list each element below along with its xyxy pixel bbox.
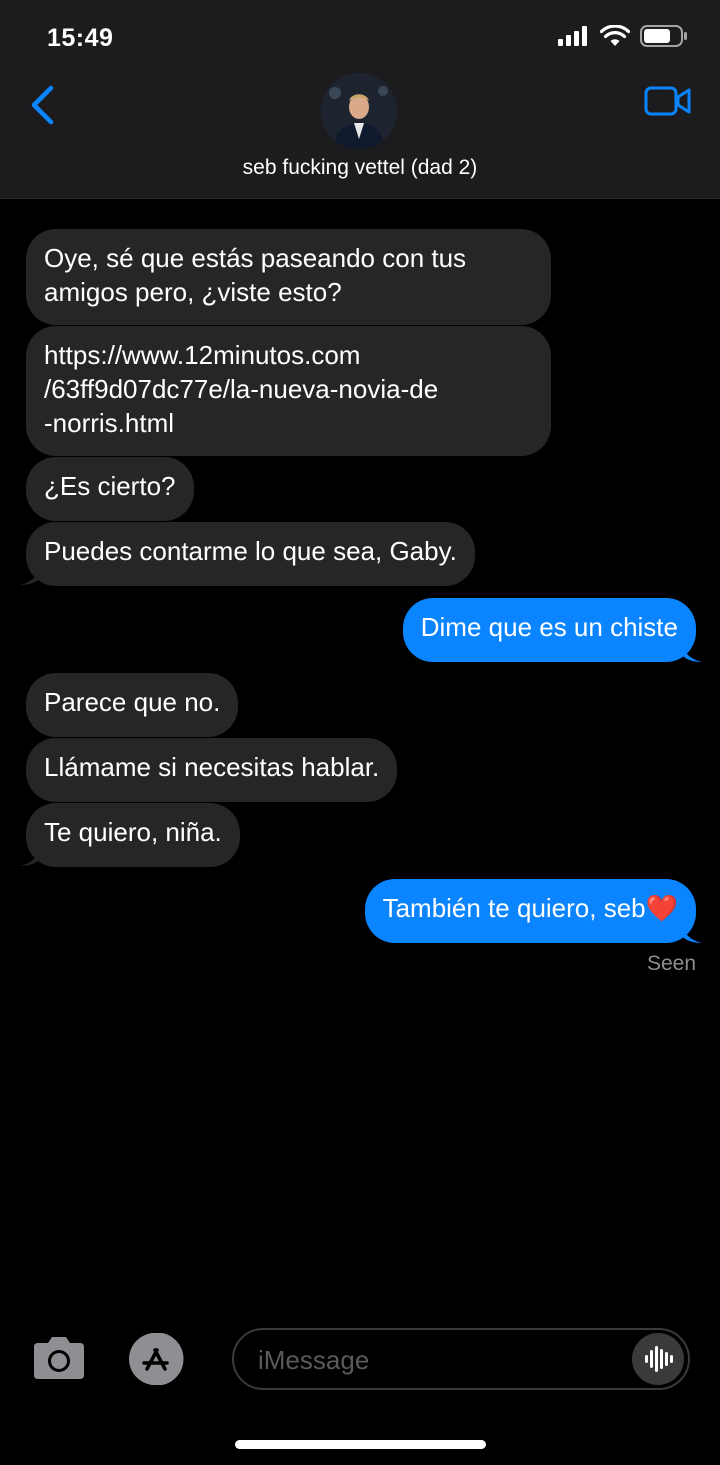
message-bubble-outgoing[interactable]: También te quiero, seb❤️ (364, 879, 696, 943)
app-store-glyph (129, 1332, 184, 1386)
video-camera-icon[interactable] (644, 84, 692, 118)
audio-waveform-icon (645, 1346, 673, 1372)
bubble-tail (20, 847, 40, 866)
back-chevron-icon[interactable] (24, 80, 64, 130)
message-line: /63ff9d07dc77e/la-nueva-novia-de (44, 374, 439, 404)
message-bubble-incoming[interactable]: Llámame si necesitas hablar. (26, 738, 398, 802)
signal-icon (558, 26, 587, 46)
read-receipt: Seen (646, 952, 696, 975)
message-bubble-incoming[interactable]: ¿Es cierto? (26, 457, 194, 521)
message-bubble-incoming[interactable]: Puedes contarme lo que sea, Gaby. (26, 522, 475, 586)
message-line: Oye, sé que estás paseando con tus (44, 243, 467, 273)
contact-name[interactable]: seb fucking vettel (dad 2) (0, 156, 720, 180)
battery-icon (640, 25, 687, 47)
message-line: https://www.12minutos.com (44, 340, 361, 370)
app-store-icon[interactable] (127, 1332, 193, 1386)
message-bubble-incoming[interactable]: Te quiero, niña. (26, 803, 240, 867)
message-bubble-outgoing[interactable]: Dime que es un chiste (402, 598, 696, 662)
contact-avatar[interactable] (321, 73, 397, 149)
audio-message-button[interactable] (632, 1333, 684, 1385)
message-bubble-incoming[interactable]: Parece que no. (26, 673, 239, 737)
avatar-photo (321, 73, 397, 149)
bubble-tail (682, 924, 702, 943)
message-input-container (232, 1328, 690, 1390)
status-time: 15:49 (47, 24, 114, 52)
conversation-header: 15:49 seb fucking vettel (dad 2) (0, 0, 720, 199)
message-line: amigos pero, ¿viste esto? (44, 277, 342, 307)
wifi-icon (600, 25, 630, 46)
bubble-tail (20, 566, 40, 585)
message-input[interactable] (256, 1340, 630, 1380)
status-icons (558, 24, 688, 48)
message-bubble-incoming[interactable]: Oye, sé que estás paseando con tus amigo… (26, 229, 551, 325)
message-bubble-link[interactable]: https://www.12minutos.com /63ff9d07dc77e… (26, 326, 551, 456)
message-line: -norris.html (44, 408, 175, 438)
bubble-tail (682, 643, 702, 662)
home-indicator[interactable] (235, 1440, 486, 1449)
camera-icon[interactable] (30, 1335, 88, 1381)
